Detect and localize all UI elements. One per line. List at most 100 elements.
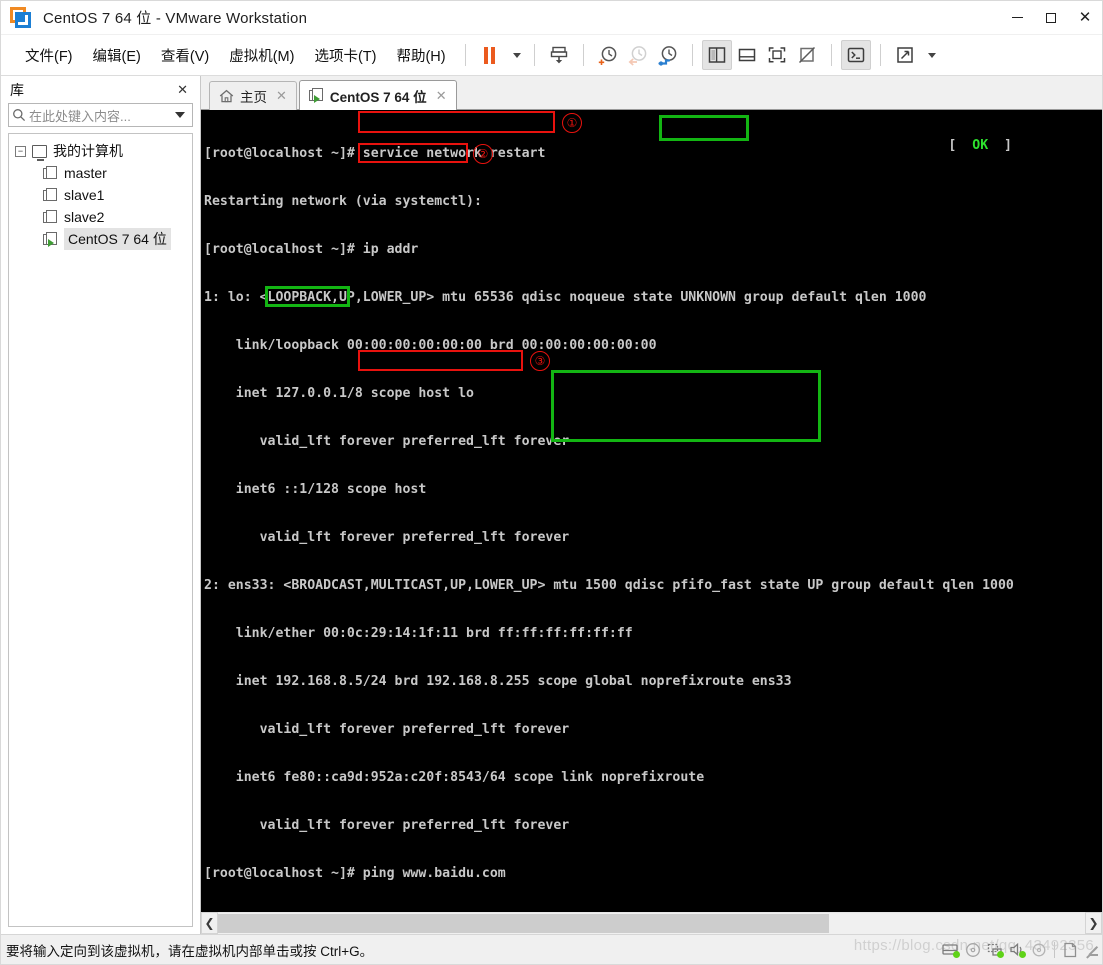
vmware-workstation-window: CentOS 7 64 位 - VMware Workstation ✕ 文件(…: [0, 0, 1103, 965]
chevron-down-icon: [512, 52, 521, 58]
menu-edit[interactable]: 编辑(E): [83, 41, 151, 70]
unity-mode-button[interactable]: [792, 40, 822, 70]
collapse-icon[interactable]: −: [15, 145, 26, 157]
vm-console-screen[interactable]: [root@localhost ~]# service network rest…: [201, 110, 1102, 911]
arrows-diagonal-icon: [896, 47, 913, 63]
toolbar-divider-3: [582, 44, 584, 66]
console-view-button[interactable]: [840, 40, 871, 70]
toolbar: [475, 40, 940, 70]
terminal-line: link/ether 00:0c:29:14:1f:11 brd ff:ff:f…: [204, 626, 633, 641]
tree-root-my-computer[interactable]: − 我的计算机: [9, 140, 192, 162]
tab-strip: 主页 ✕ CentOS 7 64 位 ✕: [201, 76, 1102, 110]
tray-printer-icon[interactable]: [1028, 939, 1049, 960]
tab-centos7[interactable]: CentOS 7 64 位 ✕: [298, 80, 457, 110]
close-button[interactable]: ✕: [1068, 1, 1102, 34]
library-close-icon[interactable]: ✕: [173, 80, 192, 100]
horizontal-scrollbar[interactable]: ❮ ❯: [201, 911, 1102, 934]
monitor-icon: [32, 144, 47, 161]
terminal-output[interactable]: [root@localhost ~]# service network rest…: [201, 110, 1102, 911]
snapshot-take-button[interactable]: [593, 40, 623, 70]
vm-running-icon: [308, 88, 324, 103]
vm-icon: [43, 209, 58, 225]
menu-tabs[interactable]: 选项卡(T): [304, 41, 386, 70]
terminal-icon: [847, 47, 864, 63]
main-body: 库 ✕ 在此处键入内容... − 我的计算机 master slave1 sla…: [1, 76, 1102, 934]
full-screen-button[interactable]: [762, 40, 792, 70]
suspend-dropdown[interactable]: [505, 40, 525, 70]
tray-usb-icon[interactable]: [1060, 939, 1081, 960]
library-tree: − 我的计算机 master slave1 slave2 CentOS 7 64…: [8, 133, 193, 927]
tray-cdrom-icon[interactable]: [962, 939, 983, 960]
library-panel: 库 ✕ 在此处键入内容... − 我的计算机 master slave1 sla…: [1, 76, 201, 934]
clock-back-icon: [628, 46, 646, 66]
power-button[interactable]: [544, 40, 574, 70]
maximize-button[interactable]: [1034, 1, 1068, 34]
tree-item-master[interactable]: master: [9, 162, 192, 184]
library-title: 库: [10, 81, 24, 98]
chevron-down-icon-2: [927, 52, 936, 58]
title-bar: CentOS 7 64 位 - VMware Workstation ✕: [1, 1, 1102, 35]
terminal-line: inet 192.168.8.5/24 brd 192.168.8.255 sc…: [204, 674, 792, 689]
search-input[interactable]: 在此处键入内容...: [29, 106, 171, 125]
scroll-left-button[interactable]: ❮: [201, 912, 218, 934]
tray-harddisk-icon[interactable]: [940, 939, 961, 960]
snapshot-manager-button[interactable]: [653, 40, 683, 70]
pause-icon: [484, 46, 496, 64]
terminal-line: inet6 ::1/128 scope host: [204, 482, 427, 497]
tab-label: 主页: [240, 90, 267, 105]
expand-frame-icon: [768, 47, 785, 63]
toolbar-divider: [464, 44, 466, 66]
terminal-line: inet6 fe80::ca9d:952a:c20f:8543/64 scope…: [204, 770, 705, 785]
panel-left-icon: [708, 47, 725, 63]
terminal-line: link/loopback 00:00:00:00:00:00 brd 00:0…: [204, 338, 657, 353]
toolbar-divider-4: [691, 44, 693, 66]
minimize-button[interactable]: [1000, 1, 1034, 34]
tab-close-icon[interactable]: ✕: [276, 88, 287, 104]
terminal-line: valid_lft forever preferred_lft forever: [204, 722, 570, 737]
vm-running-icon: [43, 231, 58, 247]
terminal-line-restarting: Restarting network (via systemctl):: [204, 194, 482, 209]
menu-vm[interactable]: 虚拟机(M): [219, 41, 304, 70]
scrollbar-thumb[interactable]: [218, 914, 830, 933]
tree-item-slave1[interactable]: slave1: [9, 184, 192, 206]
panel-bottom-icon: [738, 48, 755, 62]
tree-item-slave2[interactable]: slave2: [9, 206, 192, 228]
toolbar-divider-6: [879, 44, 881, 66]
tab-close-icon[interactable]: ✕: [436, 88, 447, 104]
terminal-line: valid_lft forever preferred_lft forever: [204, 818, 570, 833]
menu-toolbar-row: 文件(F) 编辑(E) 查看(V) 虚拟机(M) 选项卡(T) 帮助(H): [1, 35, 1102, 76]
tab-home[interactable]: 主页 ✕: [209, 81, 297, 110]
scrollbar-track[interactable]: [218, 912, 1085, 934]
window-title: CentOS 7 64 位 - VMware Workstation: [43, 10, 308, 27]
clock-wrench-icon: [658, 46, 676, 66]
stretch-dropdown[interactable]: [920, 40, 940, 70]
terminal-line: inet 127.0.0.1/8 scope host lo: [204, 386, 474, 401]
chevron-down-icon-search[interactable]: [175, 112, 185, 118]
ok-close-bracket: ]: [1004, 138, 1012, 153]
snapshot-revert-button[interactable]: [623, 40, 653, 70]
library-search-box[interactable]: 在此处键入内容...: [8, 103, 193, 127]
power-down-icon: [550, 46, 567, 64]
menu-view[interactable]: 查看(V): [151, 41, 219, 70]
unity-icon: [798, 46, 815, 64]
menu-help[interactable]: 帮助(H): [386, 41, 455, 70]
annotation-marker-1: ①: [562, 113, 582, 133]
suspend-button[interactable]: [475, 40, 505, 70]
tray-network-icon[interactable]: [984, 939, 1005, 960]
scroll-right-button[interactable]: ❯: [1085, 912, 1102, 934]
menu-bar: 文件(F) 编辑(E) 查看(V) 虚拟机(M) 选项卡(T) 帮助(H): [1, 41, 456, 70]
show-library-button[interactable]: [701, 40, 732, 70]
tree-item-label: master: [64, 165, 107, 181]
show-thumbnail-bar-button[interactable]: [732, 40, 762, 70]
status-bar: 要将输入定向到该虚拟机，请在虚拟机内部单击或按 Ctrl+G。 https://…: [1, 934, 1102, 964]
menu-file[interactable]: 文件(F): [15, 41, 83, 70]
terminal-line: [root@localhost ~]# ping www.baidu.com: [204, 866, 506, 881]
tree-item-label: CentOS 7 64 位: [64, 228, 171, 250]
search-icon: [9, 108, 29, 122]
tree-item-centos7[interactable]: CentOS 7 64 位: [9, 228, 192, 250]
tray-sound-icon[interactable]: [1006, 939, 1027, 960]
resize-grip-icon[interactable]: [1085, 943, 1098, 959]
annotation-marker-2: ②: [473, 144, 493, 164]
stretch-guest-button[interactable]: [890, 40, 920, 70]
ok-status-text: [ OK ]: [869, 122, 1012, 170]
